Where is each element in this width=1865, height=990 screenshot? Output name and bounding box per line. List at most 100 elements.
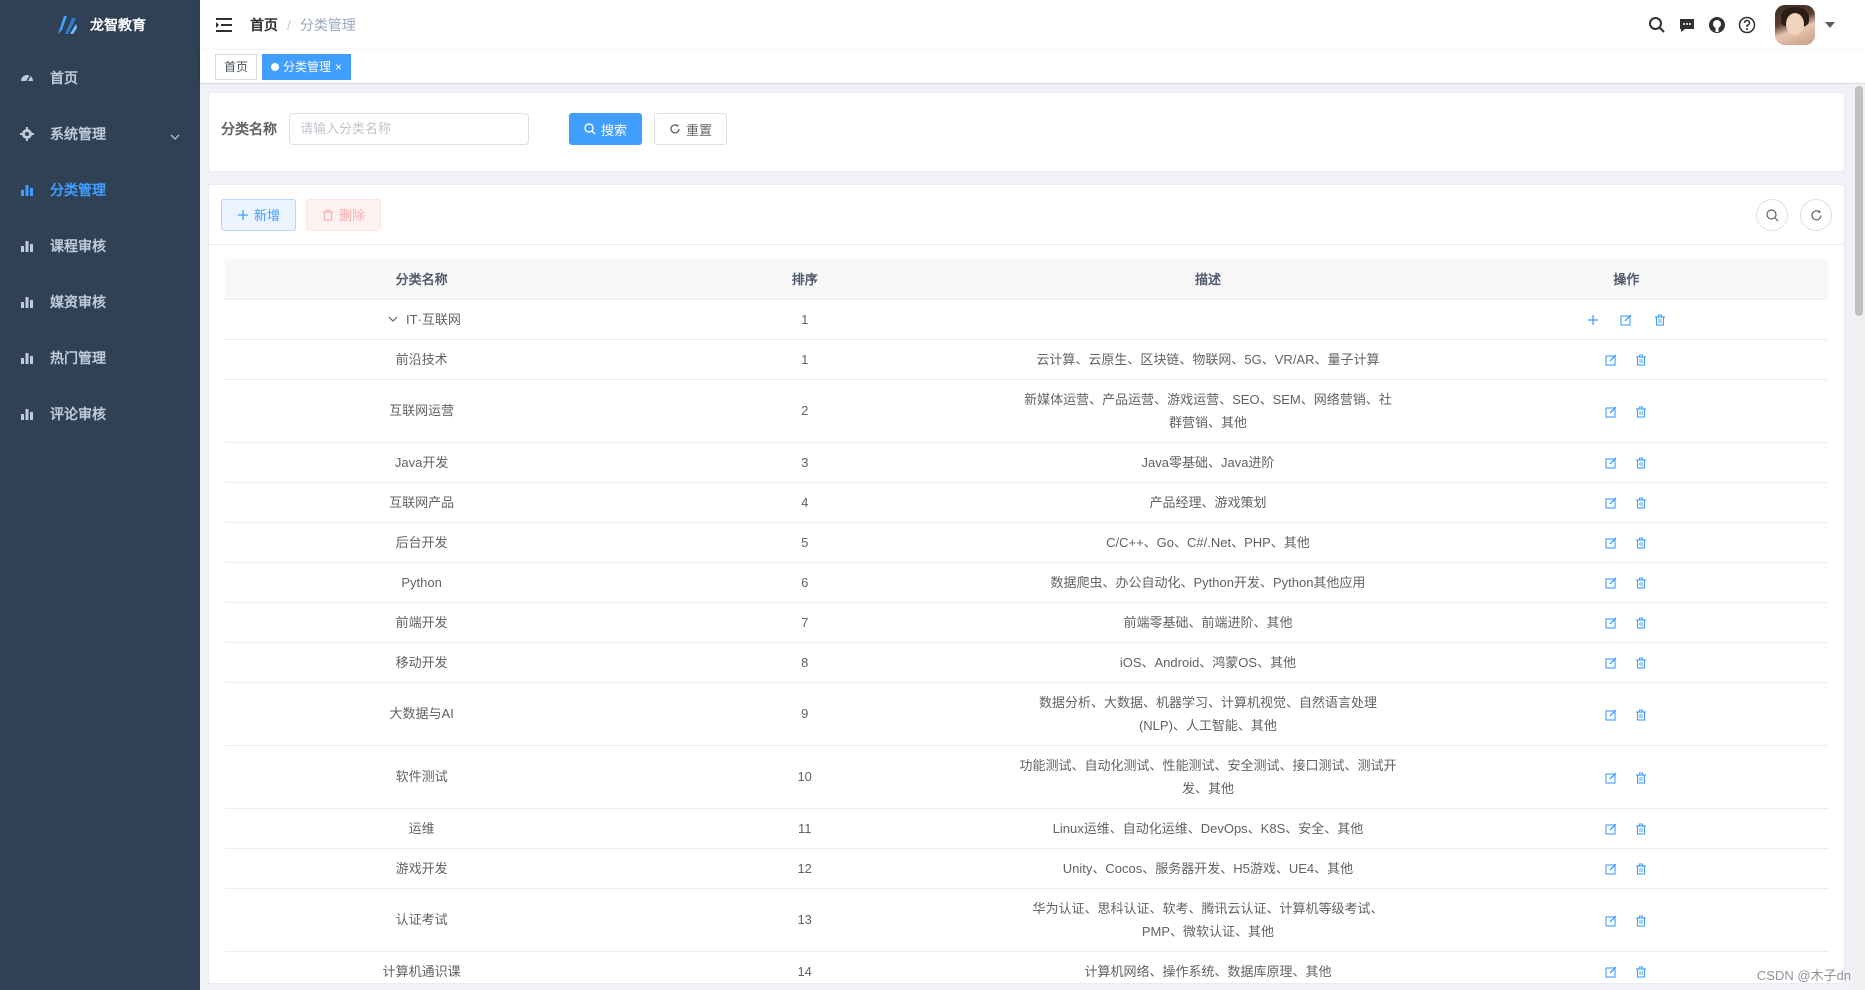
delete-icon[interactable] (1634, 862, 1648, 876)
table-cell-name: 后台开发 (225, 522, 619, 563)
delete-icon[interactable] (1653, 313, 1667, 327)
edit-icon[interactable] (1604, 862, 1618, 876)
table-cell-desc: 数据分析、大数据、机器学习、计算机视觉、自然语言处理(NLP)、人工智能、其他 (991, 682, 1425, 746)
sidebar-item-6[interactable]: 评论审核 (0, 386, 200, 442)
table-toolbar: 新增 删除 (209, 185, 1844, 245)
table-cell-ops (1424, 299, 1828, 340)
table-row: 后台开发 5 C/C++、Go、C#/.Net、PHP、其他 (225, 522, 1828, 563)
table-cell-desc: Unity、Cocos、服务器开发、H5游戏、UE4、其他 (991, 848, 1425, 889)
tag-category-management[interactable]: 分类管理 × (262, 53, 352, 80)
table-cell-name: 大数据与AI (225, 682, 619, 746)
edit-icon[interactable] (1604, 771, 1618, 785)
help-icon[interactable] (1737, 15, 1757, 35)
edit-icon[interactable] (1604, 456, 1618, 470)
user-avatar[interactable] (1775, 5, 1815, 45)
search-form: 分类名称 请输入分类名称 搜索 重置 (208, 92, 1845, 172)
sidebar-item-2[interactable]: 分类管理 (0, 162, 200, 218)
table-wrap: 分类名称 排序 描述 操作 IT·互联网 1 前沿技术 1 云计算、云原生、区块… (209, 245, 1844, 983)
refresh-icon (1810, 209, 1822, 220)
edit-icon[interactable] (1604, 822, 1618, 836)
edit-icon[interactable] (1604, 708, 1618, 722)
refresh-button[interactable] (1800, 199, 1832, 231)
sidebar-menu: 首页 系统管理 分类管理课程审核媒资审核 热门管理 评论审核 (0, 50, 200, 442)
edit-icon[interactable] (1604, 496, 1618, 510)
delete-icon[interactable] (1634, 405, 1648, 419)
delete-icon[interactable] (1634, 822, 1648, 836)
desc-text: C/C++、Go、C#/.Net、PHP、其他 (1106, 534, 1310, 550)
close-icon[interactable]: × (335, 54, 342, 80)
delete-icon[interactable] (1634, 456, 1648, 470)
table-card: 新增 删除 分类名称 排序 描述 操作 IT·互联网 1 前沿技术 1 云计算、… (208, 184, 1845, 984)
edit-icon[interactable] (1604, 405, 1618, 419)
desc-text: 功能测试、自动化测试、性能测试、安全测试、接口测试、测试开发、其他 (1019, 757, 1397, 796)
edit-icon[interactable] (1604, 656, 1618, 670)
category-name-label: 分类名称 (221, 121, 277, 137)
trash-icon (323, 209, 334, 221)
edit-icon[interactable] (1604, 616, 1618, 630)
edit-icon[interactable] (1619, 313, 1633, 327)
delete-icon[interactable] (1634, 771, 1648, 785)
delete-icon[interactable] (1634, 656, 1648, 670)
category-table: 分类名称 排序 描述 操作 IT·互联网 1 前沿技术 1 云计算、云原生、区块… (225, 259, 1828, 983)
delete-icon[interactable] (1634, 965, 1648, 979)
table-cell-ops (1424, 482, 1828, 523)
table-cell-name: Python (225, 562, 619, 603)
sidebar-item-0[interactable]: 首页 (0, 50, 200, 106)
delete-icon[interactable] (1634, 708, 1648, 722)
breadcrumb-current: 分类管理 (299, 17, 356, 33)
table-cell-sort: 5 (618, 522, 992, 563)
table-cell-sort: 9 (618, 682, 992, 746)
sidebar-item-3[interactable]: 课程审核 (0, 218, 200, 274)
sidebar-item-4[interactable]: 媒资审核 (0, 274, 200, 330)
chevron-down-icon[interactable] (388, 314, 400, 326)
delete-icon[interactable] (1634, 616, 1648, 630)
breadcrumb-separator: / (287, 17, 291, 33)
bar-chart-icon (20, 407, 34, 421)
caret-down-icon[interactable] (1825, 20, 1835, 30)
hamburger-toggle[interactable] (200, 0, 250, 50)
delete-icon[interactable] (1634, 914, 1648, 928)
sidebar-item-1[interactable]: 系统管理 (0, 106, 200, 162)
delete-icon[interactable] (1634, 576, 1648, 590)
category-name-input[interactable]: 请输入分类名称 (289, 113, 529, 145)
desc-text: 云计算、云原生、区块链、物联网、5G、VR/AR、量子计算 (1036, 351, 1380, 367)
table-cell-sort: 10 (618, 745, 992, 809)
sidebar-item-5[interactable]: 热门管理 (0, 330, 200, 386)
search-button[interactable]: 搜索 (569, 113, 643, 145)
add-button[interactable]: 新增 (221, 198, 297, 231)
table-row: 游戏开发 12 Unity、Cocos、服务器开发、H5游戏、UE4、其他 (225, 848, 1828, 889)
logo[interactable]: 龙智教育 (0, 0, 200, 50)
delete-icon[interactable] (1634, 536, 1648, 550)
add-child-icon[interactable] (1586, 313, 1600, 327)
toggle-search-button[interactable] (1756, 199, 1788, 231)
edit-icon[interactable] (1604, 536, 1618, 550)
table-cell-ops (1424, 642, 1828, 683)
github-icon[interactable] (1707, 15, 1727, 35)
table-row: 认证考试 13 华为认证、思科认证、软考、腾讯云认证、计算机等级考试、PMP、微软认… (225, 888, 1828, 952)
edit-icon[interactable] (1604, 576, 1618, 590)
message-icon[interactable] (1677, 15, 1697, 35)
desc-text: 产品经理、游戏策划 (1149, 494, 1267, 510)
delete-icon[interactable] (1634, 353, 1648, 367)
table-cell-ops (1424, 379, 1828, 443)
search-icon[interactable] (1647, 15, 1667, 35)
edit-icon[interactable] (1604, 965, 1618, 979)
delete-icon[interactable] (1634, 496, 1648, 510)
table-cell-desc: 新媒体运营、产品运营、游戏运营、SEO、SEM、网络营销、社群营销、其他 (991, 379, 1425, 443)
scrollbar-thumb[interactable] (1855, 86, 1863, 316)
tag-home[interactable]: 首页 (215, 53, 258, 80)
breadcrumb-home[interactable]: 首页 (250, 15, 278, 35)
reset-button[interactable]: 重置 (654, 113, 728, 145)
sidebar-item-label: 课程审核 (50, 238, 106, 254)
edit-icon[interactable] (1604, 914, 1618, 928)
main-content: 分类名称 请输入分类名称 搜索 重置 新增 删除 分类名称 排序 描述 操作 I… (200, 84, 1853, 990)
edit-icon[interactable] (1604, 353, 1618, 367)
table-cell-desc: 前端零基础、前端进阶、其他 (991, 602, 1425, 643)
table-cell-sort: 14 (618, 951, 992, 983)
table-cell-sort: 11 (618, 808, 992, 849)
table-cell-ops (1424, 682, 1828, 746)
delete-button[interactable]: 删除 (306, 198, 382, 231)
table-tools (1756, 199, 1832, 231)
table-cell-ops (1424, 888, 1828, 952)
table-cell-name: 认证考试 (225, 888, 619, 952)
